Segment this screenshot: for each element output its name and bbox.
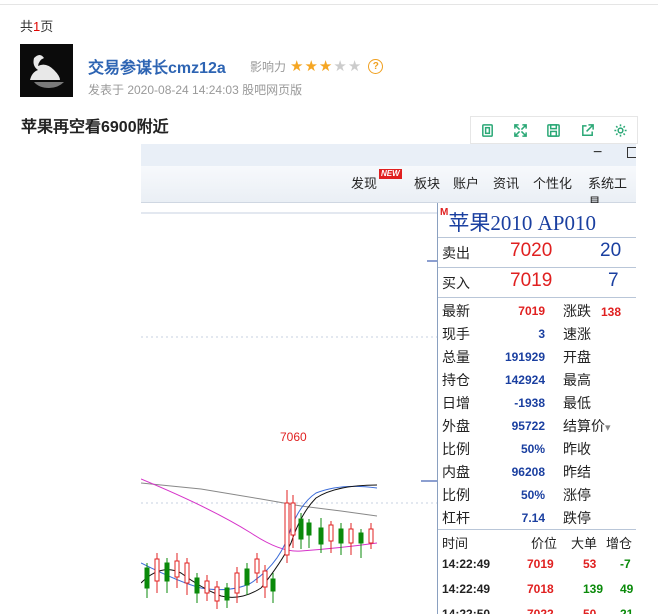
quote-value: -1938: [514, 396, 545, 410]
star-icon: ★: [304, 58, 319, 75]
share-icon[interactable]: [577, 120, 597, 140]
quote-label: 总量: [442, 349, 470, 365]
fit-icon[interactable]: [478, 120, 498, 140]
quote-label-right: 开盘: [563, 349, 591, 365]
quote-label-right: 结算价▾: [563, 418, 611, 434]
swan-avatar-image: [20, 44, 73, 97]
quote-label: 比例: [442, 441, 470, 457]
quote-row: 杠杆 7.14 跌停: [438, 508, 636, 531]
tick-time: 14:22:50: [442, 607, 491, 614]
menu-news: 资讯: [493, 176, 520, 191]
ticks-header-price: 价位: [531, 536, 558, 551]
tick-time: 14:22:49: [442, 557, 491, 571]
quote-label: 杠杆: [442, 510, 470, 526]
quote-label-right: 最低: [563, 395, 591, 411]
star-icon: ★: [290, 58, 305, 75]
influence-rating: 影响力 ★★★★★ ?: [250, 57, 384, 75]
tick-price: 7019: [527, 557, 554, 571]
buy-row: 买入 7019 7: [442, 270, 619, 291]
fullscreen-icon[interactable]: [511, 120, 531, 140]
tick-row: 14:22:49 7018 139 49: [438, 582, 636, 606]
quote-row: 比例 50% 涨停: [438, 485, 636, 508]
author-name[interactable]: 交易参谋长cmz12a: [88, 54, 226, 78]
quote-row: 最新 7019 涨跌 138: [438, 301, 636, 324]
page-count: 共1页: [20, 19, 54, 34]
quote-value: 191929: [504, 350, 545, 364]
tick-row: 14:22:50 7022 50 21: [438, 607, 636, 614]
tick-row: 14:22:49 7019 53 -7: [438, 557, 636, 581]
post-meta: 发表于 2020-08-24 14:24:03 股吧网页版: [88, 83, 303, 97]
contract-title: M苹果2010 AP010: [440, 207, 596, 235]
quote-label: 日增: [442, 395, 470, 411]
quote-value: 95722: [511, 419, 545, 433]
quote-label-right: 跌停: [563, 510, 591, 526]
star-icon: ★: [318, 58, 334, 75]
quote-value: 7019: [518, 304, 545, 318]
dropdown-arrow-icon[interactable]: ▾: [605, 422, 611, 434]
tick-volume: 50: [583, 607, 597, 614]
influence-label: 影响力: [250, 59, 287, 74]
maximize-icon: [627, 147, 636, 158]
star-empty-icon: ★: [347, 58, 363, 75]
menu-account: 账户: [453, 176, 480, 191]
avatar[interactable]: [20, 44, 73, 97]
tick-volume: 139: [583, 582, 604, 596]
trading-screenshot[interactable]: − 发现 NEW 板块 账户 资讯 个性化 系统工具: [141, 144, 636, 614]
quote-label: 持仓: [442, 372, 470, 388]
quote-row: 现手 3 速涨: [438, 324, 636, 347]
tick-change: 21: [620, 607, 634, 614]
quote-label-right: 昨结: [563, 464, 591, 480]
post-title: 苹果再空看6900附近: [21, 119, 169, 136]
quote-label-right: 涨停: [563, 487, 591, 503]
quote-row: 持仓 142924 最高: [438, 370, 636, 393]
quote-value: 3: [538, 327, 545, 341]
sell-row: 卖出 7020 20: [442, 240, 622, 261]
tick-time: 14:22:49: [442, 582, 491, 596]
save-icon[interactable]: [544, 120, 564, 140]
top-divider: [0, 0, 658, 5]
quote-row: 外盘 95722 结算价▾: [438, 416, 636, 439]
quote-value: 96208: [511, 465, 545, 479]
kline-chart: 7060: [141, 203, 437, 614]
quote-value: 142924: [504, 373, 545, 387]
quote-label-right: 昨收: [563, 441, 591, 457]
quote-value: 50%: [520, 488, 545, 502]
menu-discover: 发现: [351, 176, 378, 191]
tick-volume: 53: [583, 557, 597, 571]
help-icon[interactable]: ?: [368, 58, 384, 74]
chart-high-label: 7060: [280, 430, 307, 444]
menu-personalize: 个性化: [533, 176, 573, 191]
quote-label-right: 速涨: [563, 326, 591, 342]
quote-label: 内盘: [442, 464, 470, 480]
ticks-header-add: 增仓: [606, 536, 633, 551]
settings-icon[interactable]: [610, 120, 630, 140]
tick-change: -7: [620, 557, 631, 571]
star-empty-icon: ★: [333, 58, 348, 75]
quote-value-right: 138: [601, 305, 622, 319]
quote-label: 最新: [442, 303, 470, 319]
quote-row: 总量 191929 开盘: [438, 347, 636, 370]
menu-sector: 板块: [414, 176, 441, 191]
quote-label: 外盘: [442, 418, 470, 434]
quote-label: 比例: [442, 487, 470, 503]
quote-row: 日增 -1938 最低: [438, 393, 636, 416]
quote-value: 7.14: [521, 511, 545, 525]
quote-row: 比例 50% 昨收: [438, 439, 636, 462]
minimize-icon: −: [593, 144, 603, 161]
quote-row: 内盘 96208 昨结: [438, 462, 636, 485]
quote-label: 现手: [442, 326, 470, 342]
quote-label-right: 涨跌 138: [563, 303, 622, 319]
tick-price: 7022: [527, 607, 554, 614]
ticks-header-big: 大单: [571, 536, 598, 551]
window-titlebar: [141, 144, 636, 166]
new-badge: NEW: [379, 169, 402, 179]
image-toolbar: [470, 116, 638, 144]
quote-value: 50%: [520, 442, 545, 456]
quote-panel: M苹果2010 AP010 卖出 7020 20 买入 7019 7 最新 701…: [437, 203, 636, 614]
ticks-header-time: 时间: [442, 536, 469, 551]
tick-price: 7018: [527, 582, 554, 596]
tick-change: 49: [620, 582, 634, 596]
star-rating: ★★★★★: [290, 57, 362, 75]
quote-label-right: 最高: [563, 372, 591, 388]
